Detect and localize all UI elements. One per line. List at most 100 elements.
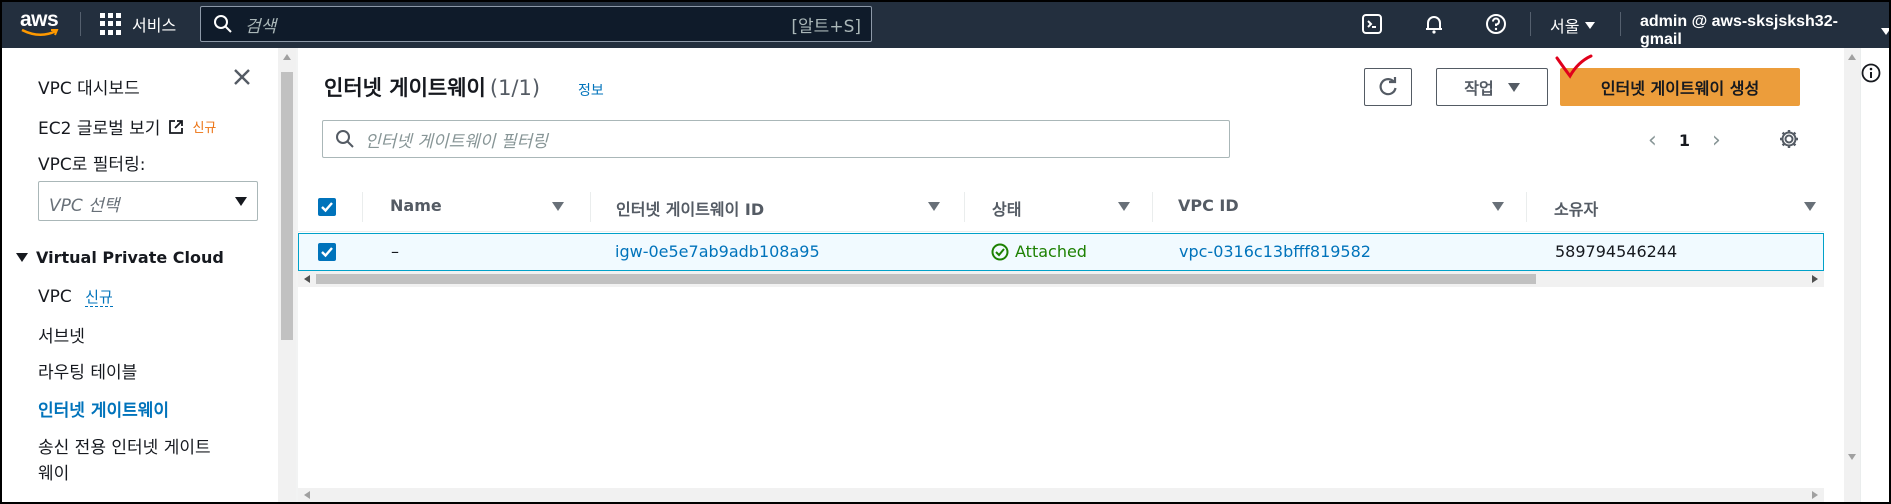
sidebar-item-egress-only-igw-cont[interactable]: 웨이 — [38, 459, 69, 484]
services-label: 서비스 — [132, 16, 177, 35]
create-button-label: 인터넷 게이트웨이 생성 — [1600, 79, 1760, 98]
main-vertical-scrollbar[interactable] — [1844, 48, 1860, 502]
success-check-icon — [991, 243, 1009, 260]
scroll-right-icon[interactable] — [1812, 275, 1818, 283]
actions-label: 작업 — [1464, 79, 1494, 98]
search-input[interactable]: 검색 [알트+S] — [200, 6, 872, 42]
column-header-vpc-id[interactable]: VPC ID — [1178, 196, 1239, 215]
chevron-left-icon[interactable]: ‹ — [1648, 128, 1657, 153]
caret-down-icon — [16, 253, 28, 262]
scroll-up-icon[interactable] — [283, 54, 291, 60]
services-menu[interactable]: 서비스 — [100, 12, 176, 36]
cloudshell-icon[interactable] — [1360, 12, 1384, 36]
sidebar-item-internet-gateways[interactable]: 인터넷 게이트웨이 — [38, 396, 169, 421]
sidebar: VPC 대시보드 EC2 글로벌 보기 신규 VPC로 필터링: VPC 선택 … — [2, 48, 280, 502]
aws-smile-icon — [21, 28, 59, 36]
sidebar-item-subnets[interactable]: 서브넷 — [38, 322, 85, 347]
sort-icon[interactable] — [1118, 202, 1130, 211]
scroll-left-icon[interactable] — [304, 491, 310, 499]
cell-owner: 589794546244 — [1555, 242, 1678, 261]
sidebar-item-egress-only-igw[interactable]: 송신 전용 인터넷 게이트 — [38, 433, 211, 458]
filter-placeholder: 인터넷 게이트웨이 필터링 — [365, 131, 548, 152]
vpc-filter-placeholder: VPC 선택 — [49, 196, 120, 216]
column-divider — [590, 192, 591, 222]
gear-icon[interactable] — [1778, 128, 1800, 150]
column-divider — [964, 192, 965, 222]
info-icon[interactable] — [1860, 62, 1882, 84]
account-label: admin @ aws-sksjsksh32-gmail — [1640, 13, 1838, 48]
create-internet-gateway-button[interactable]: 인터넷 게이트웨이 생성 — [1560, 68, 1800, 106]
new-badge: 신규 — [85, 288, 113, 307]
sort-icon[interactable] — [1804, 202, 1816, 211]
nav-divider — [1530, 12, 1531, 36]
scroll-down-icon[interactable] — [1848, 454, 1856, 460]
column-header-igw-id[interactable]: 인터넷 게이트웨이 ID — [616, 196, 764, 220]
region-selector[interactable]: 서울 — [1550, 13, 1596, 37]
search-icon — [336, 130, 354, 148]
vpc-filter-select[interactable]: VPC 선택 — [38, 181, 258, 221]
table-horizontal-scrollbar[interactable] — [298, 271, 1824, 287]
caret-down-icon — [1507, 82, 1520, 92]
search-icon — [214, 15, 232, 33]
sort-icon[interactable] — [1492, 202, 1504, 211]
refresh-button[interactable] — [1364, 68, 1412, 106]
table-header: Name 인터넷 게이트웨이 ID 상태 VPC ID 소유자 — [298, 182, 1824, 232]
row-checkbox[interactable] — [318, 243, 336, 261]
check-icon — [321, 202, 333, 213]
caret-down-icon — [235, 197, 247, 206]
column-divider — [1526, 192, 1527, 222]
column-header-status[interactable]: 상태 — [992, 196, 1021, 220]
sidebar-scrollbar[interactable] — [278, 48, 296, 502]
refresh-icon — [1379, 77, 1397, 96]
column-header-name[interactable]: Name — [390, 196, 442, 215]
cell-name: – — [391, 242, 399, 261]
info-link[interactable]: 정보 — [578, 80, 604, 100]
search-placeholder: 검색 — [245, 16, 277, 37]
nav-divider — [1620, 12, 1621, 36]
scroll-right-icon[interactable] — [1812, 491, 1818, 499]
external-link-icon — [169, 119, 184, 134]
scrollbar-thumb[interactable] — [281, 72, 293, 340]
page-number[interactable]: 1 — [1679, 131, 1690, 150]
scrollbar-thumb[interactable] — [316, 274, 1536, 284]
ec2-global-label: EC2 글로벌 보기 — [38, 119, 161, 139]
top-navigation: aws 서비스 검색 [알트+S] 서울 admin @ aws-sksjsks… — [0, 0, 1891, 48]
sidebar-item-route-tables[interactable]: 라우팅 테이블 — [38, 358, 137, 383]
chevron-down-icon — [1881, 27, 1891, 35]
scroll-left-icon[interactable] — [304, 275, 310, 283]
filter-input[interactable]: 인터넷 게이트웨이 필터링 — [322, 120, 1230, 158]
help-icon[interactable] — [1484, 12, 1508, 36]
page-count: (1/1) — [489, 76, 541, 100]
column-header-owner[interactable]: 소유자 — [1554, 196, 1598, 220]
scroll-up-icon[interactable] — [1848, 54, 1856, 60]
sidebar-section-vpc[interactable]: Virtual Private Cloud — [16, 248, 224, 267]
account-menu[interactable]: admin @ aws-sksjsksh32-gmail — [1640, 13, 1891, 49]
actions-button[interactable]: 작업 — [1436, 68, 1548, 106]
page-title: 인터넷 게이트웨이 (1/1) — [324, 72, 540, 102]
page-title-text: 인터넷 게이트웨이 — [324, 76, 486, 100]
select-all-checkbox[interactable] — [318, 198, 336, 216]
sidebar-item-ec2-global[interactable]: EC2 글로벌 보기 신규 — [38, 114, 216, 139]
sort-icon[interactable] — [928, 202, 940, 211]
column-divider — [1152, 192, 1153, 222]
sort-icon[interactable] — [552, 202, 564, 211]
cell-status: Attached — [991, 242, 1087, 261]
sidebar-item-vpc[interactable]: VPC 신규 — [38, 286, 113, 307]
pagination: ‹ 1 › — [1648, 128, 1721, 153]
chevron-right-icon[interactable]: › — [1712, 128, 1721, 153]
sidebar-item-vpc-dashboard[interactable]: VPC 대시보드 — [38, 74, 140, 99]
region-label: 서울 — [1550, 17, 1580, 36]
close-icon[interactable] — [231, 66, 253, 88]
right-rail — [1860, 48, 1889, 502]
check-icon — [321, 247, 333, 258]
sidebar-section-title: Virtual Private Cloud — [36, 248, 224, 267]
cell-vpc-id[interactable]: vpc-0316c13bfff819582 — [1179, 242, 1371, 261]
grid-icon — [100, 13, 122, 35]
page-horizontal-scrollbar[interactable] — [298, 488, 1824, 502]
table-row[interactable]: – igw-0e5e7ab9adb108a95 Attached vpc-031… — [298, 233, 1824, 271]
nav-divider — [80, 12, 81, 36]
bell-icon[interactable] — [1422, 12, 1446, 36]
cell-igw-id[interactable]: igw-0e5e7ab9adb108a95 — [615, 242, 820, 261]
red-check-annotation — [1555, 54, 1593, 79]
aws-logo[interactable]: aws — [18, 8, 62, 40]
